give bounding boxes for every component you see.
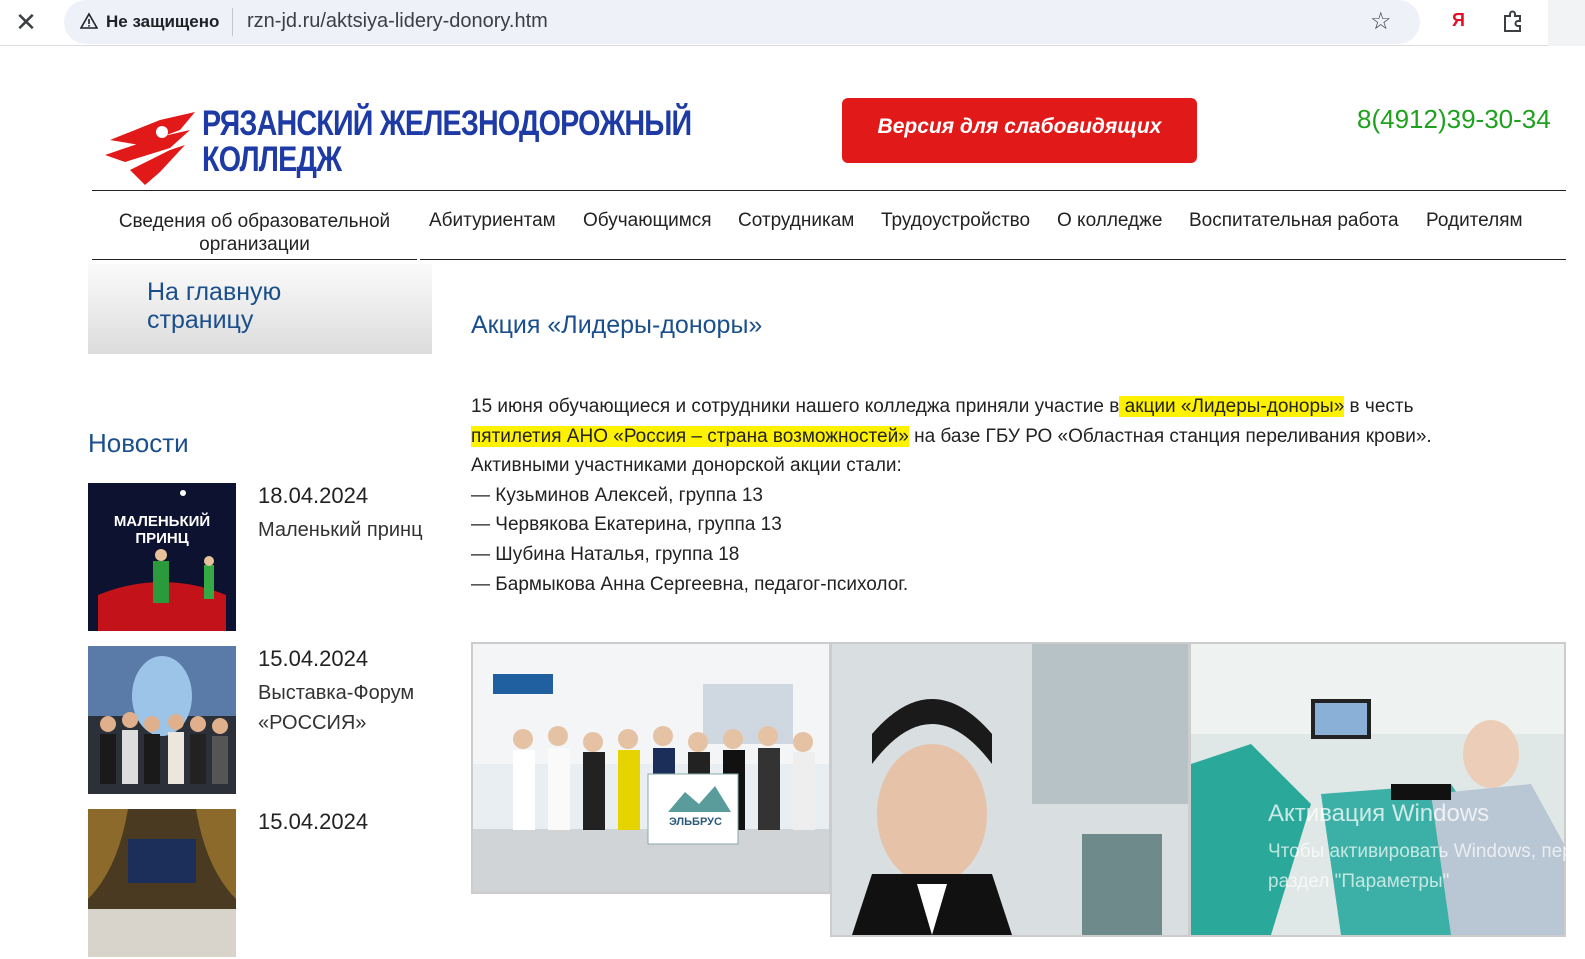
nav-item-org-info[interactable]: Сведения об образовательной организации <box>112 210 397 256</box>
news-heading[interactable]: Новости <box>88 428 189 459</box>
news-thumbnail[interactable]: МАЛЕНЬКИЙ ПРИНЦ <box>88 483 236 631</box>
article-text: в честь <box>1344 396 1414 417</box>
yandex-icon[interactable]: Я <box>1452 10 1465 31</box>
browser-toolbar: ✕ Не защищено rzn-jd.ru/aktsiya-lidery-d… <box>0 0 1585 46</box>
nav-item-about[interactable]: О колледже <box>1057 210 1162 232</box>
nav-top-divider <box>92 190 1566 191</box>
gallery-photo-student[interactable] <box>830 642 1190 937</box>
gallery-photo-group[interactable]: ЭЛЬБРУС <box>471 642 831 894</box>
participant-line: — Червякова Екатерина, группа 13 <box>471 514 782 536</box>
news-date: 15.04.2024 <box>258 809 369 834</box>
nav-divider-right <box>420 259 1566 260</box>
nav-item-parents[interactable]: Родителям <box>1426 210 1523 232</box>
news-link[interactable]: Выставка-Форум «РОССИЯ» <box>258 678 438 738</box>
nav-item-students[interactable]: Обучающимся <box>583 210 712 232</box>
college-logo[interactable]: РЯЗАНСКИЙ ЖЕЛЕЗНОДОРОЖНЫЙ КОЛЛЕДЖ <box>100 100 720 190</box>
home-link[interactable]: На главную страницу <box>147 278 327 334</box>
news-date: 15.04.2024 <box>258 646 369 671</box>
participant-line: — Бармыкова Анна Сергеевна, педагог-псих… <box>471 573 909 595</box>
article-body: 15 июня обучающиеся и сотрудники нашего … <box>471 392 1561 599</box>
thumb-caption: МАЛЕНЬКИЙ ПРИНЦ <box>113 513 211 547</box>
activation-line: Чтобы активировать Windows, перейдите в <box>1268 841 1568 862</box>
bookmark-star-icon[interactable]: ☆ <box>1370 7 1392 36</box>
url-text[interactable]: rzn-jd.ru/aktsiya-lidery-donory.htm <box>247 10 548 33</box>
nav-item-staff[interactable]: Сотрудникам <box>738 210 854 232</box>
nav-item-employment[interactable]: Трудоустройство <box>881 210 1030 232</box>
article-line: 15 июня обучающиеся и сотрудники нашего … <box>471 392 1561 422</box>
logo-line1: РЯЗАНСКИЙ ЖЕЛЕЗНОДОРОЖНЫЙ <box>202 104 692 143</box>
warning-icon[interactable] <box>80 12 98 30</box>
article-text: на базе ГБУ РО «Областная станция перели… <box>908 425 1432 447</box>
phone-number[interactable]: 8(4912)39-30-34 <box>1357 104 1551 135</box>
news-item[interactable]: 15.04.2024 Выставка-Форум «РОССИЯ» <box>88 646 438 796</box>
nav-divider-left <box>92 259 417 260</box>
flag-label: ЭЛЬБРУС <box>669 816 722 828</box>
article-line: Активными участниками донорской акции ст… <box>471 455 902 477</box>
close-icon[interactable]: ✕ <box>12 8 40 36</box>
news-date: 18.04.2024 <box>258 483 369 508</box>
highlight-anniversary: пятилетия АНО «Россия – страна возможнос… <box>471 425 909 447</box>
security-label[interactable]: Не защищено <box>106 12 219 32</box>
news-link[interactable]: Маленький принц <box>258 515 438 545</box>
participant-line: — Шубина Наталья, группа 18 <box>471 543 740 565</box>
windows-activation-text: Чтобы активировать Windows, перейдите в … <box>1268 837 1568 897</box>
news-item[interactable]: МАЛЕНЬКИЙ ПРИНЦ 18.04.2024 Маленький при… <box>88 483 438 633</box>
side-panel-strip <box>1548 0 1585 46</box>
extensions-icon[interactable] <box>1500 8 1526 34</box>
windows-activation-title: Активация Windows <box>1268 800 1490 827</box>
low-vision-button[interactable]: Версия для слабовидящих <box>842 98 1197 163</box>
participant-line: — Кузьминов Алексей, группа 13 <box>471 484 763 506</box>
page-title: Акция «Лидеры-доноры» <box>471 311 763 339</box>
article-line: пятилетия АНО «Россия – страна возможнос… <box>471 422 1561 452</box>
news-thumbnail[interactable] <box>88 809 236 957</box>
home-link-box[interactable]: На главную страницу <box>88 264 432 354</box>
logo-line2: КОЛЛЕДЖ <box>202 140 342 179</box>
nav-item-education-work[interactable]: Воспитательная работа <box>1189 210 1399 232</box>
news-thumbnail[interactable] <box>88 646 236 794</box>
train-logo-icon <box>105 112 195 185</box>
nav-item-applicants[interactable]: Абитуриентам <box>429 210 556 232</box>
address-bar[interactable]: Не защищено rzn-jd.ru/aktsiya-lidery-don… <box>64 0 1420 44</box>
article-text: 15 июня обучающиеся и сотрудники нашего … <box>471 396 1120 417</box>
divider <box>232 8 233 36</box>
highlight-action: акции «Лидеры-доноры» <box>1119 396 1345 417</box>
activation-line: раздел "Параметры" <box>1268 871 1450 892</box>
